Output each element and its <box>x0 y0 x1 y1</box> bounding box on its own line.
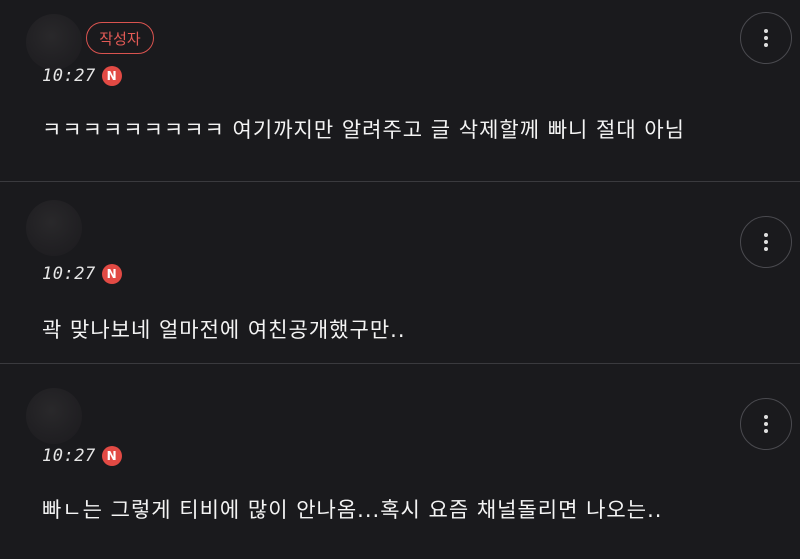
more-options-button[interactable] <box>740 398 792 450</box>
source-badge: N <box>101 66 122 86</box>
more-vertical-icon <box>764 233 768 251</box>
comment-time: 10:27 <box>42 66 96 86</box>
comment-text: ㅋㅋㅋㅋㅋㅋㅋㅋㅋ 여기까지만 알려주고 글 삭제할께 빠니 절대 아님 <box>42 118 686 142</box>
comment-time: 10:27 <box>42 446 96 466</box>
comment-text: 곽 맞나보네 얼마전에 여친공개했구만.. <box>42 318 406 342</box>
source-badge: N <box>101 264 122 284</box>
comment-item: 작성자 10:27 N ㅋㅋㅋㅋㅋㅋㅋㅋㅋ 여기까지만 알려주고 글 삭제할께 … <box>0 0 800 182</box>
comment-meta: 10:27 N <box>42 66 122 86</box>
avatar[interactable] <box>26 200 82 256</box>
comment-item: 10:27 N 곽 맞나보네 얼마전에 여친공개했구만.. <box>0 182 800 364</box>
avatar[interactable] <box>26 14 82 70</box>
author-badge: 작성자 <box>86 22 154 54</box>
more-options-button[interactable] <box>740 12 792 64</box>
comment-text: 빠ㄴ는 그렇게 티비에 많이 안나옴...혹시 요즘 채널돌리면 나오는.. <box>42 498 663 522</box>
more-vertical-icon <box>764 415 768 433</box>
more-vertical-icon <box>764 29 768 47</box>
avatar[interactable] <box>26 388 82 444</box>
comment-meta: 10:27 N <box>42 264 122 284</box>
comment-item: 10:27 N 빠ㄴ는 그렇게 티비에 많이 안나옴...혹시 요즘 채널돌리면… <box>0 364 800 559</box>
source-badge: N <box>101 446 122 466</box>
comment-time: 10:27 <box>42 264 96 284</box>
comment-meta: 10:27 N <box>42 446 122 466</box>
comment-list: 작성자 10:27 N ㅋㅋㅋㅋㅋㅋㅋㅋㅋ 여기까지만 알려주고 글 삭제할께 … <box>0 0 800 559</box>
more-options-button[interactable] <box>740 216 792 268</box>
